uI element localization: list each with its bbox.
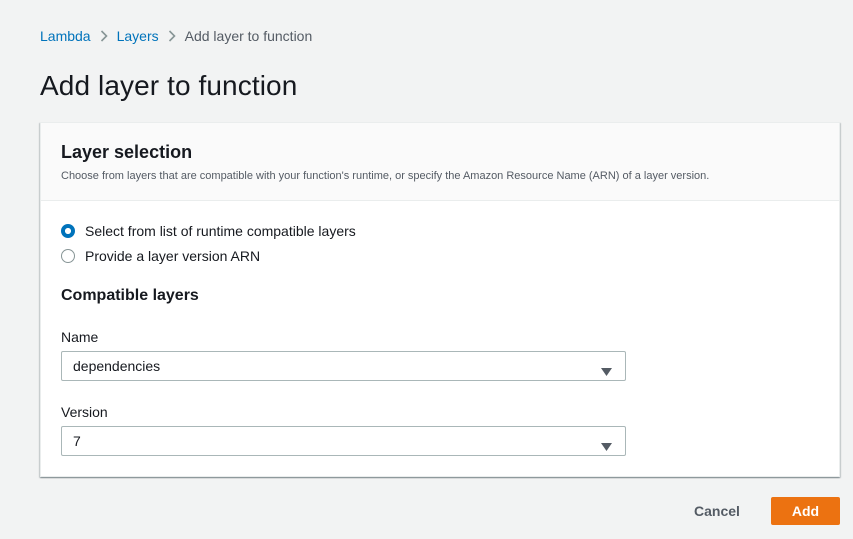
chevron-right-icon: [159, 30, 185, 42]
breadcrumb-current: Add layer to function: [184, 28, 313, 44]
radio-label: Select from list of runtime compatible l…: [85, 223, 356, 239]
radio-button[interactable]: [61, 249, 75, 263]
caret-down-icon: [601, 438, 612, 454]
radio-provide-arn[interactable]: Provide a layer version ARN: [61, 248, 260, 264]
version-select[interactable]: 7: [61, 426, 626, 456]
radio-button-checked[interactable]: [61, 224, 75, 238]
breadcrumb: Lambda Layers Add layer to function: [40, 28, 312, 44]
chevron-right-icon: [91, 30, 117, 42]
radio-runtime-compatible[interactable]: Select from list of runtime compatible l…: [61, 223, 356, 239]
add-button[interactable]: Add: [771, 497, 840, 525]
page-title: Add layer to function: [40, 70, 298, 101]
breadcrumb-layers-link[interactable]: Layers: [117, 28, 159, 44]
breadcrumb-lambda-link[interactable]: Lambda: [40, 28, 91, 44]
cancel-button[interactable]: Cancel: [680, 497, 754, 525]
compatible-layers-title: Compatible layers: [61, 287, 199, 304]
name-label: Name: [61, 329, 99, 345]
layer-selection-panel: Layer selection Choose from layers that …: [40, 122, 840, 477]
radio-label: Provide a layer version ARN: [85, 248, 261, 264]
version-select-value: 7: [73, 433, 81, 449]
panel-description: Choose from layers that are compatible w…: [61, 170, 710, 182]
version-label: Version: [61, 404, 108, 420]
caret-down-icon: [601, 363, 612, 379]
name-select-value: dependencies: [73, 358, 161, 374]
panel-title: Layer selection: [61, 142, 193, 162]
panel-header: Layer selection Choose from layers that …: [41, 123, 839, 201]
page: Lambda Layers Add layer to function Add …: [0, 0, 853, 539]
name-select[interactable]: dependencies: [61, 351, 626, 381]
